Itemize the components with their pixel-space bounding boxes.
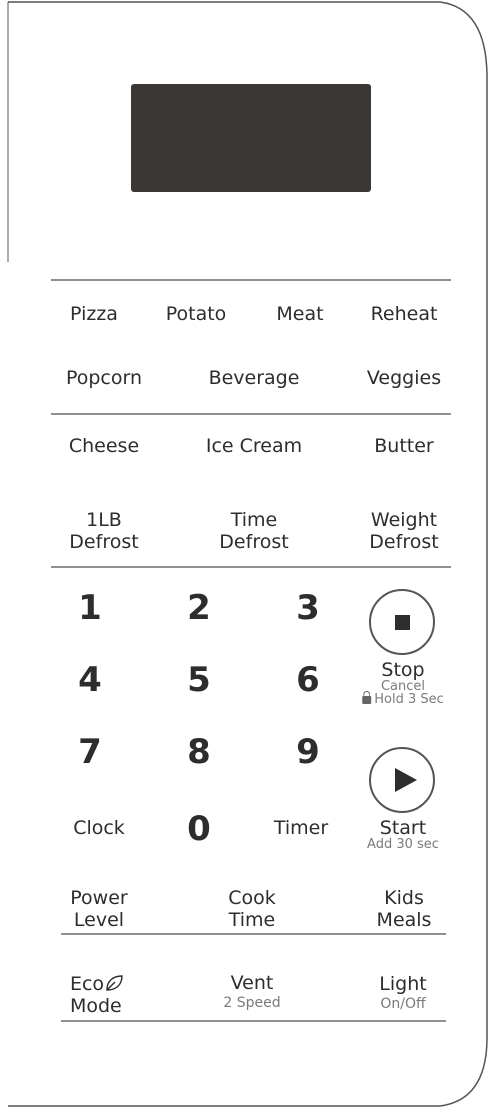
light-on-off-label: On/Off <box>380 996 426 1012</box>
kids-meals-button[interactable]: Kids Meals <box>377 887 432 931</box>
eco-mode-button[interactable]: Eco Mode <box>70 973 124 1017</box>
ice-cream-button[interactable]: Ice Cream <box>206 436 302 457</box>
power-level-line1: Power <box>70 887 128 909</box>
clock-button[interactable]: Clock <box>73 818 125 839</box>
cook-time-line2: Time <box>228 909 276 931</box>
stop-label-text: Stop <box>381 659 425 681</box>
one-lb-defrost-button[interactable]: 1LB Defrost <box>69 509 138 553</box>
number-9-button[interactable]: 9 <box>296 734 320 770</box>
time-defrost-line2: Defrost <box>219 531 289 553</box>
add-30-sec-label: Add 30 sec <box>367 837 439 852</box>
leaf-icon <box>106 975 123 991</box>
veggies-button[interactable]: Veggies <box>367 368 441 389</box>
number-3-button[interactable]: 3 <box>296 590 320 626</box>
lcd-display <box>131 84 371 192</box>
cook-time-button[interactable]: Cook Time <box>228 887 276 931</box>
microwave-control-panel: Pizza Potato Meat Reheat Popcorn Beverag… <box>0 0 489 1108</box>
one-lb-defrost-line2: Defrost <box>69 531 139 553</box>
start-label-text: Start <box>379 817 427 839</box>
time-defrost-button[interactable]: Time Defrost <box>219 509 288 553</box>
timer-button[interactable]: Timer <box>274 818 328 839</box>
number-7-button[interactable]: 7 <box>78 734 102 770</box>
play-icon <box>395 768 417 792</box>
cheese-button[interactable]: Cheese <box>69 436 139 457</box>
power-level-line2: Level <box>73 909 125 931</box>
hold-3-sec-text: Hold 3 Sec <box>374 692 444 707</box>
weight-defrost-line1: Weight <box>370 509 438 531</box>
number-2-button[interactable]: 2 <box>187 590 211 626</box>
meat-button[interactable]: Meat <box>276 304 323 325</box>
potato-button[interactable]: Potato <box>166 304 227 325</box>
weight-defrost-line2: Defrost <box>369 531 439 553</box>
kids-meals-line2: Meals <box>376 909 432 931</box>
vent-label-text: Vent <box>230 972 274 994</box>
divider <box>51 413 451 415</box>
reheat-button[interactable]: Reheat <box>371 304 438 325</box>
stop-button[interactable] <box>369 589 435 655</box>
number-5-button[interactable]: 5 <box>187 662 211 698</box>
beverage-button[interactable]: Beverage <box>209 368 300 389</box>
weight-defrost-button[interactable]: Weight Defrost <box>369 509 438 553</box>
eco-mode-line1: Eco <box>69 973 105 995</box>
vent-2-speed-label: 2 Speed <box>223 995 281 1011</box>
popcorn-button[interactable]: Popcorn <box>66 368 142 389</box>
stop-label: Stop Cancel Hold 3 Sec <box>362 660 444 706</box>
vent-button[interactable]: Vent 2 Speed <box>223 973 280 1012</box>
divider <box>51 279 451 281</box>
butter-button[interactable]: Butter <box>374 436 433 457</box>
pizza-button[interactable]: Pizza <box>70 304 118 325</box>
cook-time-line1: Cook <box>228 887 276 909</box>
kids-meals-line1: Kids <box>384 887 424 909</box>
eco-mode-line2: Mode <box>69 995 122 1017</box>
start-button[interactable] <box>369 747 435 813</box>
number-8-button[interactable]: 8 <box>187 734 211 770</box>
divider <box>51 566 451 568</box>
power-level-button[interactable]: Power Level <box>70 887 127 931</box>
number-1-button[interactable]: 1 <box>78 590 102 626</box>
time-defrost-line1: Time <box>230 509 278 531</box>
number-0-button[interactable]: 0 <box>187 811 211 847</box>
light-label-text: Light <box>379 973 427 995</box>
lock-icon <box>362 691 372 704</box>
stop-icon <box>395 615 410 630</box>
divider <box>61 933 446 935</box>
number-4-button[interactable]: 4 <box>78 662 102 698</box>
light-button[interactable]: Light On/Off <box>379 974 426 1013</box>
hold-3-sec-label: Hold 3 Sec <box>362 691 444 707</box>
number-6-button[interactable]: 6 <box>296 662 320 698</box>
start-label: Start Add 30 sec <box>367 818 439 851</box>
one-lb-defrost-line1: 1LB <box>86 509 122 531</box>
divider <box>61 1020 446 1022</box>
